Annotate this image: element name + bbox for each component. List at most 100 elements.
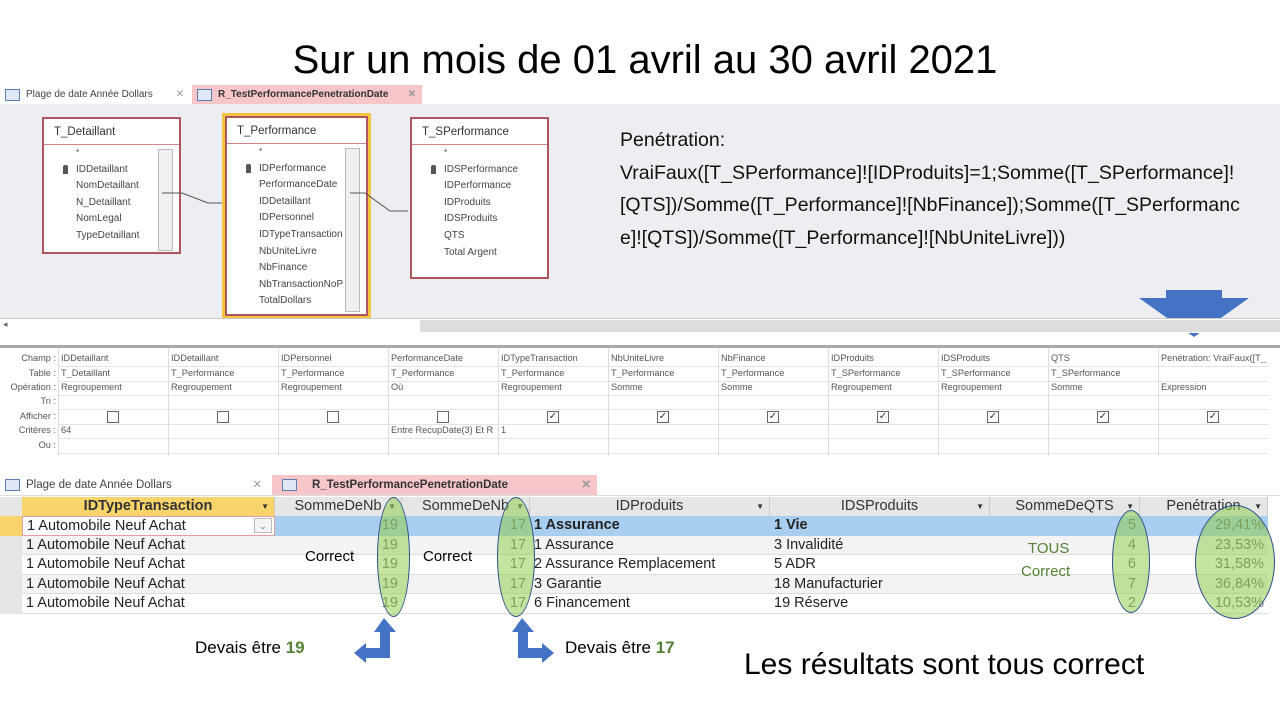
field-item[interactable]: IDProduits	[412, 195, 547, 212]
grid-cell-criteria[interactable]: 1	[501, 425, 506, 435]
tab-plage-de-date[interactable]: Plage de date Année Dollars ✕	[0, 475, 268, 495]
grid-cell-champ[interactable]: NbFinance	[721, 353, 827, 363]
field-item[interactable]: Total Argent	[412, 245, 547, 262]
grid-cell-table[interactable]: T_SPerformance	[831, 368, 937, 378]
show-checkbox[interactable]: ✓	[1097, 411, 1109, 423]
grid-cell-table[interactable]: T_Performance	[391, 368, 497, 378]
dropdown-arrow-icon[interactable]: ▼	[756, 497, 764, 516]
grid-cell-op[interactable]: Somme	[721, 382, 827, 392]
grid-cell-criteria[interactable]: Entre RecupDate(3) Et R	[391, 425, 493, 435]
table-cell[interactable]: 19 Réserve	[770, 594, 990, 614]
table-row[interactable]: 1 Automobile Neuf Achat19171 Assurance1 …	[0, 516, 1268, 536]
grid-cell-champ[interactable]: IDDetaillant	[171, 353, 277, 363]
show-checkbox[interactable]: ✓	[767, 411, 779, 423]
scroll-thumb[interactable]	[420, 320, 1280, 332]
show-checkbox[interactable]	[107, 411, 119, 423]
show-checkbox[interactable]	[327, 411, 339, 423]
column-header[interactable]: IDTypeTransaction ▼	[22, 497, 275, 516]
scroll-left-icon[interactable]: ◂	[3, 319, 8, 330]
table-cell[interactable]: 3 Invalidité	[770, 536, 990, 556]
grid-cell-table[interactable]: T_Performance	[171, 368, 277, 378]
dropdown-arrow-icon[interactable]: ▼	[976, 497, 984, 516]
horizontal-scrollbar[interactable]: ◂	[0, 318, 1280, 333]
table-cell[interactable]: 1 Assurance	[530, 536, 770, 556]
close-icon[interactable]: ✕	[252, 475, 262, 495]
table-cell[interactable]: 5 ADR	[770, 555, 990, 575]
table-cell[interactable]: 6 Financement	[530, 594, 770, 614]
show-checkbox[interactable]	[217, 411, 229, 423]
grid-cell-op[interactable]: Somme	[611, 382, 717, 392]
show-checkbox[interactable]	[437, 411, 449, 423]
show-checkbox[interactable]: ✓	[547, 411, 559, 423]
grid-cell-table[interactable]: T_SPerformance	[941, 368, 1047, 378]
close-icon[interactable]: ✕	[408, 85, 416, 105]
table-cell[interactable]: 1 Assurance	[530, 516, 770, 536]
grid-cell-table[interactable]: T_Performance	[501, 368, 607, 378]
grid-cell-table[interactable]: T_Performance	[721, 368, 827, 378]
grid-cell-champ[interactable]: IDTypeTransaction	[501, 353, 607, 363]
grid-cell-op[interactable]: Regroupement	[281, 382, 387, 392]
grid-cell-champ[interactable]: IDPersonnel	[281, 353, 387, 363]
table-row[interactable]: 1 Automobile Neuf Achat19172 Assurance R…	[0, 555, 1268, 575]
grid-cell-champ[interactable]: PerformanceDate	[391, 353, 497, 363]
grid-cell-table[interactable]: T_SPerformance	[1051, 368, 1157, 378]
grid-cell-op[interactable]: Regroupement	[171, 382, 277, 392]
table-cell[interactable]: 1 Automobile Neuf Achat	[22, 516, 275, 536]
show-checkbox[interactable]: ✓	[987, 411, 999, 423]
row-selector[interactable]	[0, 594, 22, 614]
grid-cell-op[interactable]: Où	[391, 382, 497, 392]
table-cell[interactable]: 1 Vie	[770, 516, 990, 536]
grid-cell-champ[interactable]: NbUniteLivre	[611, 353, 717, 363]
tab-query-results[interactable]: R_TestPerformancePenetrationDate ✕	[272, 475, 597, 495]
grid-cell-op[interactable]: Regroupement	[501, 382, 607, 392]
show-checkbox[interactable]: ✓	[877, 411, 889, 423]
tab-plage-de-date[interactable]: Plage de date Année Dollars ✕	[0, 85, 190, 105]
column-header[interactable]: IDSProduits ▼	[770, 497, 990, 516]
field-item[interactable]: QTS	[412, 228, 547, 245]
grid-cell-table[interactable]: T_Performance	[611, 368, 717, 378]
table-row[interactable]: 1 Automobile Neuf Achat19171 Assurance3 …	[0, 535, 1268, 556]
grid-cell-champ[interactable]: IDProduits	[831, 353, 937, 363]
grid-cell-champ[interactable]: IDDetaillant	[61, 353, 167, 363]
dropdown-arrow-icon[interactable]: ▼	[261, 497, 269, 516]
table-cell[interactable]: 1 Automobile Neuf Achat	[22, 555, 275, 575]
table-row[interactable]: 1 Automobile Neuf Achat19176 Financement…	[0, 594, 1268, 614]
table-cell[interactable]: 1 Automobile Neuf Achat	[22, 536, 275, 556]
grid-cell-op[interactable]: Regroupement	[831, 382, 937, 392]
table-row[interactable]: 1 Automobile Neuf Achat19173 Garantie18 …	[0, 574, 1268, 595]
close-icon[interactable]: ✕	[581, 475, 591, 495]
combo-dropdown-icon[interactable]: ⌄	[254, 518, 272, 533]
table-cell[interactable]: 2 Assurance Remplacement	[530, 555, 770, 575]
column-header[interactable]: SommeDeQTS ▼	[990, 497, 1140, 516]
grid-cell-op[interactable]: Expression	[1161, 382, 1267, 392]
table-t-sperformance[interactable]: T_SPerformance * IDSPerformance IDPerforman…	[410, 117, 549, 279]
close-icon[interactable]: ✕	[176, 85, 184, 105]
select-all[interactable]	[0, 497, 22, 516]
grid-cell-table[interactable]: T_Detaillant	[61, 368, 167, 378]
table-cell[interactable]: 1 Automobile Neuf Achat	[22, 575, 275, 595]
tab-query[interactable]: R_TestPerformancePenetrationDate ✕	[192, 85, 422, 105]
row-selector[interactable]	[0, 555, 22, 575]
table-cell[interactable]: 18 Manufacturier	[770, 575, 990, 595]
grid-cell-table[interactable]: T_Performance	[281, 368, 387, 378]
table-cell[interactable]: 1 Automobile Neuf Achat	[22, 594, 275, 614]
field-item[interactable]: IDPerformance	[412, 178, 547, 195]
table-cell[interactable]: 3 Garantie	[530, 575, 770, 595]
grid-cell-op[interactable]: Regroupement	[941, 382, 1047, 392]
grid-cell-champ[interactable]: IDSProduits	[941, 353, 1047, 363]
column-header[interactable]: IDProduits ▼	[530, 497, 770, 516]
grid-cell-op[interactable]: Somme	[1051, 382, 1157, 392]
row-selector[interactable]	[0, 574, 22, 594]
show-checkbox[interactable]: ✓	[657, 411, 669, 423]
show-checkbox[interactable]: ✓	[1207, 411, 1219, 423]
field-item[interactable]: *	[412, 145, 547, 162]
field-item[interactable]: IDSPerformance	[412, 162, 547, 179]
grid-cell-champ[interactable]: Penétration: VraiFaux([T_	[1161, 353, 1267, 363]
field-item[interactable]: IDSProduits	[412, 211, 547, 228]
grid-cell-champ[interactable]: QTS	[1051, 353, 1157, 363]
grid-cell-op[interactable]: Regroupement	[61, 382, 167, 392]
row-selector[interactable]	[0, 516, 22, 536]
grid-cell-criteria[interactable]: 64	[61, 425, 71, 435]
row-selector[interactable]	[0, 535, 22, 555]
slide-title: Sur un mois de 01 avril au 30 avril 2021	[292, 38, 998, 82]
